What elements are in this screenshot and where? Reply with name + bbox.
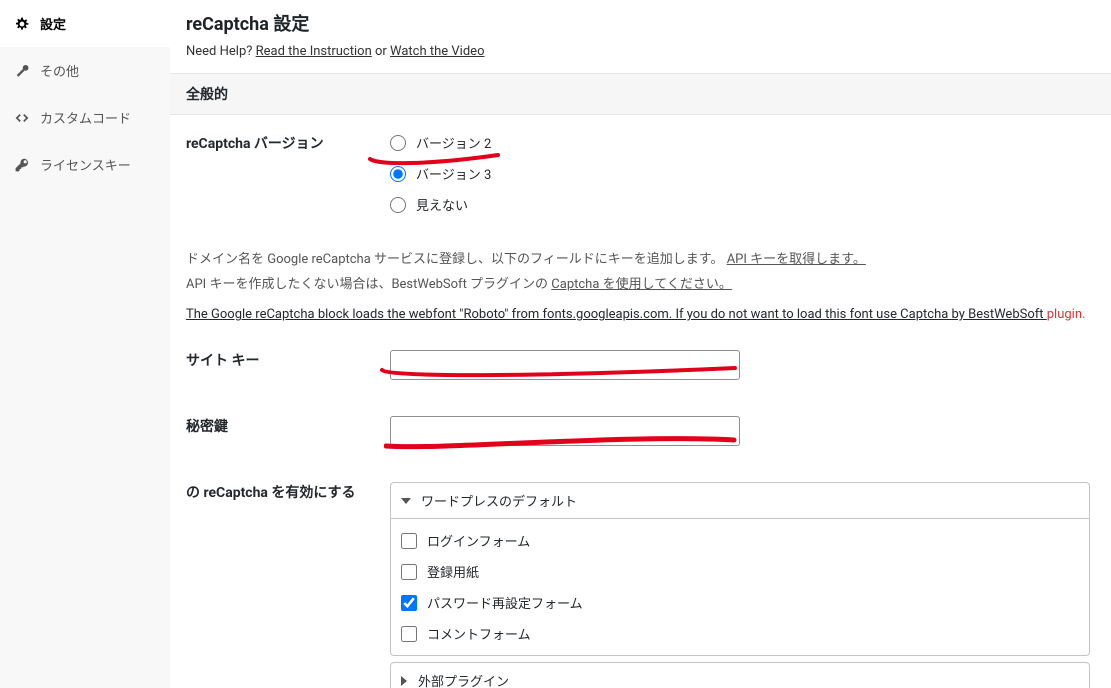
chk-login-form-label: ログインフォーム (427, 531, 530, 550)
page-title: reCaptcha 設定 (186, 10, 1111, 36)
chk-row-registration-form[interactable]: 登録用紙 (401, 562, 1079, 581)
sidebar-item-label: カスタムコード (40, 108, 131, 127)
version-label: reCaptcha バージョン (170, 115, 380, 244)
chevron-down-icon (401, 498, 411, 504)
font-notice-plugin: plugin. (1047, 307, 1086, 322)
site-key-input[interactable] (390, 350, 740, 380)
help-instruction-link[interactable]: Read the Instruction (256, 44, 372, 59)
site-key-label: サイト キー (170, 332, 380, 398)
secret-key-input[interactable] (390, 416, 740, 446)
enable-group-title: ワードプレスのデフォルト (421, 491, 577, 510)
enable-group-wordpress-default[interactable]: ワードプレスのデフォルト (391, 483, 1089, 519)
gear-icon (14, 16, 30, 32)
section-general-heading: 全般的 (170, 73, 1111, 115)
help-line: Need Help? Read the Instruction or Watch… (186, 44, 1111, 59)
main-content: reCaptcha 設定 Need Help? Read the Instruc… (170, 0, 1111, 688)
wrench-icon (14, 63, 30, 79)
desc-line1-pre: ドメイン名を Google reCaptcha サービスに登録し、以下のフィール… (186, 252, 727, 267)
chk-comment-form[interactable] (401, 626, 417, 642)
radio-row-v2[interactable]: バージョン 2 (390, 133, 1101, 152)
enable-group-title-external: 外部プラグイン (418, 671, 509, 688)
radio-row-v3[interactable]: バージョン 3 (390, 164, 1101, 183)
chk-row-login-form[interactable]: ログインフォーム (401, 531, 1079, 550)
use-captcha-link[interactable]: Captcha を使用してください。 (551, 277, 732, 292)
desc-line2-pre: API キーを作成したくない場合は、BestWebSoft プラグインの (186, 277, 551, 292)
chk-password-reset-form[interactable] (401, 595, 417, 611)
sidebar-item-license-key[interactable]: ライセンスキー (0, 141, 170, 188)
radio-v2[interactable] (390, 135, 406, 151)
sidebar-item-label: ライセンスキー (40, 155, 131, 174)
radio-v3-label: バージョン 3 (416, 164, 491, 183)
chk-registration-form-label: 登録用紙 (427, 562, 479, 581)
sidebar-item-misc[interactable]: その他 (0, 47, 170, 94)
sidebar-item-label: その他 (40, 61, 79, 80)
secret-key-label: 秘密鍵 (170, 398, 380, 464)
radio-invisible-label: 見えない (416, 195, 468, 214)
enable-box-external: 外部プラグイン (390, 662, 1090, 688)
radio-v3[interactable] (390, 166, 406, 182)
sidebar-item-settings[interactable]: 設定 (0, 0, 170, 47)
sidebar-item-custom-code[interactable]: カスタムコード (0, 94, 170, 141)
chk-row-password-reset-form[interactable]: パスワード再設定フォーム (401, 593, 1079, 612)
chk-registration-form[interactable] (401, 564, 417, 580)
font-notice: The Google reCaptcha block loads the web… (170, 307, 1111, 332)
key-icon (14, 157, 30, 173)
enable-group-external-plugins[interactable]: 外部プラグイン (391, 663, 1089, 688)
code-icon (14, 110, 30, 126)
chk-password-reset-form-label: パスワード再設定フォーム (427, 593, 583, 612)
sidebar: 設定 その他 カスタムコード ライセンスキー (0, 0, 170, 688)
radio-v2-label: バージョン 2 (416, 133, 491, 152)
enable-group-body: ログインフォーム 登録用紙 パスワード再設定フォーム コメントフォーム (391, 519, 1089, 655)
radio-row-invisible[interactable]: 見えない (390, 195, 1101, 214)
chk-login-form[interactable] (401, 533, 417, 549)
chevron-right-icon (401, 676, 407, 686)
font-notice-text: The Google reCaptcha block loads the web… (186, 307, 1047, 322)
help-video-link[interactable]: Watch the Video (390, 44, 484, 59)
radio-invisible[interactable] (390, 197, 406, 213)
sidebar-item-label: 設定 (40, 14, 66, 33)
enable-recaptcha-label: の reCaptcha を有効にする (170, 464, 380, 688)
enable-box: ワードプレスのデフォルト ログインフォーム 登録用紙 (390, 482, 1090, 656)
help-prefix: Need Help? (186, 44, 256, 59)
description-block: ドメイン名を Google reCaptcha サービスに登録し、以下のフィール… (170, 244, 1111, 307)
get-api-keys-link[interactable]: API キーを取得します。 (727, 252, 866, 267)
chk-row-comment-form[interactable]: コメントフォーム (401, 624, 1079, 643)
chk-comment-form-label: コメントフォーム (427, 624, 531, 643)
help-or: or (372, 44, 390, 59)
